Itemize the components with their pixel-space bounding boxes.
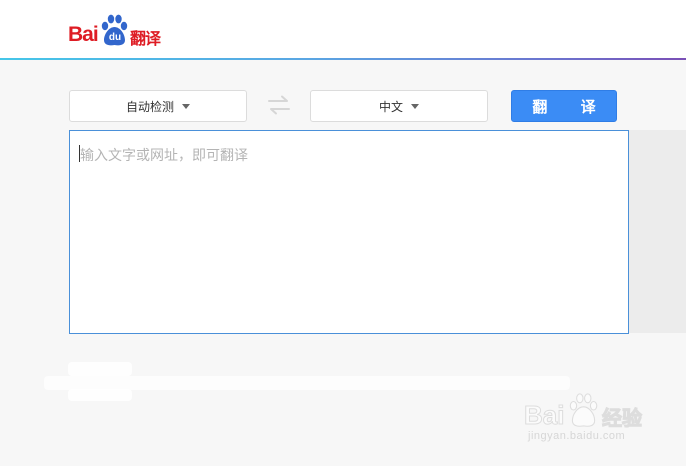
source-language-select[interactable]: 自动检测 bbox=[69, 90, 247, 122]
blurred-strip bbox=[68, 362, 132, 376]
translate-button[interactable]: 翻 译 bbox=[511, 90, 617, 122]
logo-bai-text: Bai bbox=[68, 23, 99, 46]
watermark-url: jingyan.baidu.com bbox=[528, 430, 626, 442]
baidu-paw-icon bbox=[569, 393, 598, 427]
top-header: Bai du 翻译 bbox=[0, 0, 686, 59]
watermark-jingyan-text: 经验 bbox=[602, 406, 643, 431]
translate-input[interactable] bbox=[80, 145, 610, 315]
watermark-bai-text: Bai bbox=[523, 400, 565, 431]
output-panel bbox=[628, 130, 686, 333]
baidu-fanyi-logo[interactable]: Bai du 翻译 bbox=[68, 13, 168, 48]
target-language-select[interactable]: 中文 bbox=[310, 90, 488, 122]
blurred-strip bbox=[68, 389, 132, 401]
header-divider bbox=[0, 58, 686, 60]
source-language-label: 自动检测 bbox=[125, 99, 174, 114]
text-cursor bbox=[79, 145, 80, 162]
logo-fanyi-text: 翻译 bbox=[130, 29, 161, 48]
chevron-down-icon bbox=[411, 103, 419, 109]
chevron-down-icon bbox=[182, 103, 190, 109]
target-language-label: 中文 bbox=[378, 99, 403, 114]
swap-arrows-icon[interactable] bbox=[266, 95, 292, 115]
input-container bbox=[69, 130, 629, 334]
logo-du-text: du bbox=[108, 32, 122, 43]
blurred-strip bbox=[44, 376, 570, 390]
baidu-jingyan-watermark: Bai 经验 jingyan.baidu.com bbox=[523, 392, 664, 452]
